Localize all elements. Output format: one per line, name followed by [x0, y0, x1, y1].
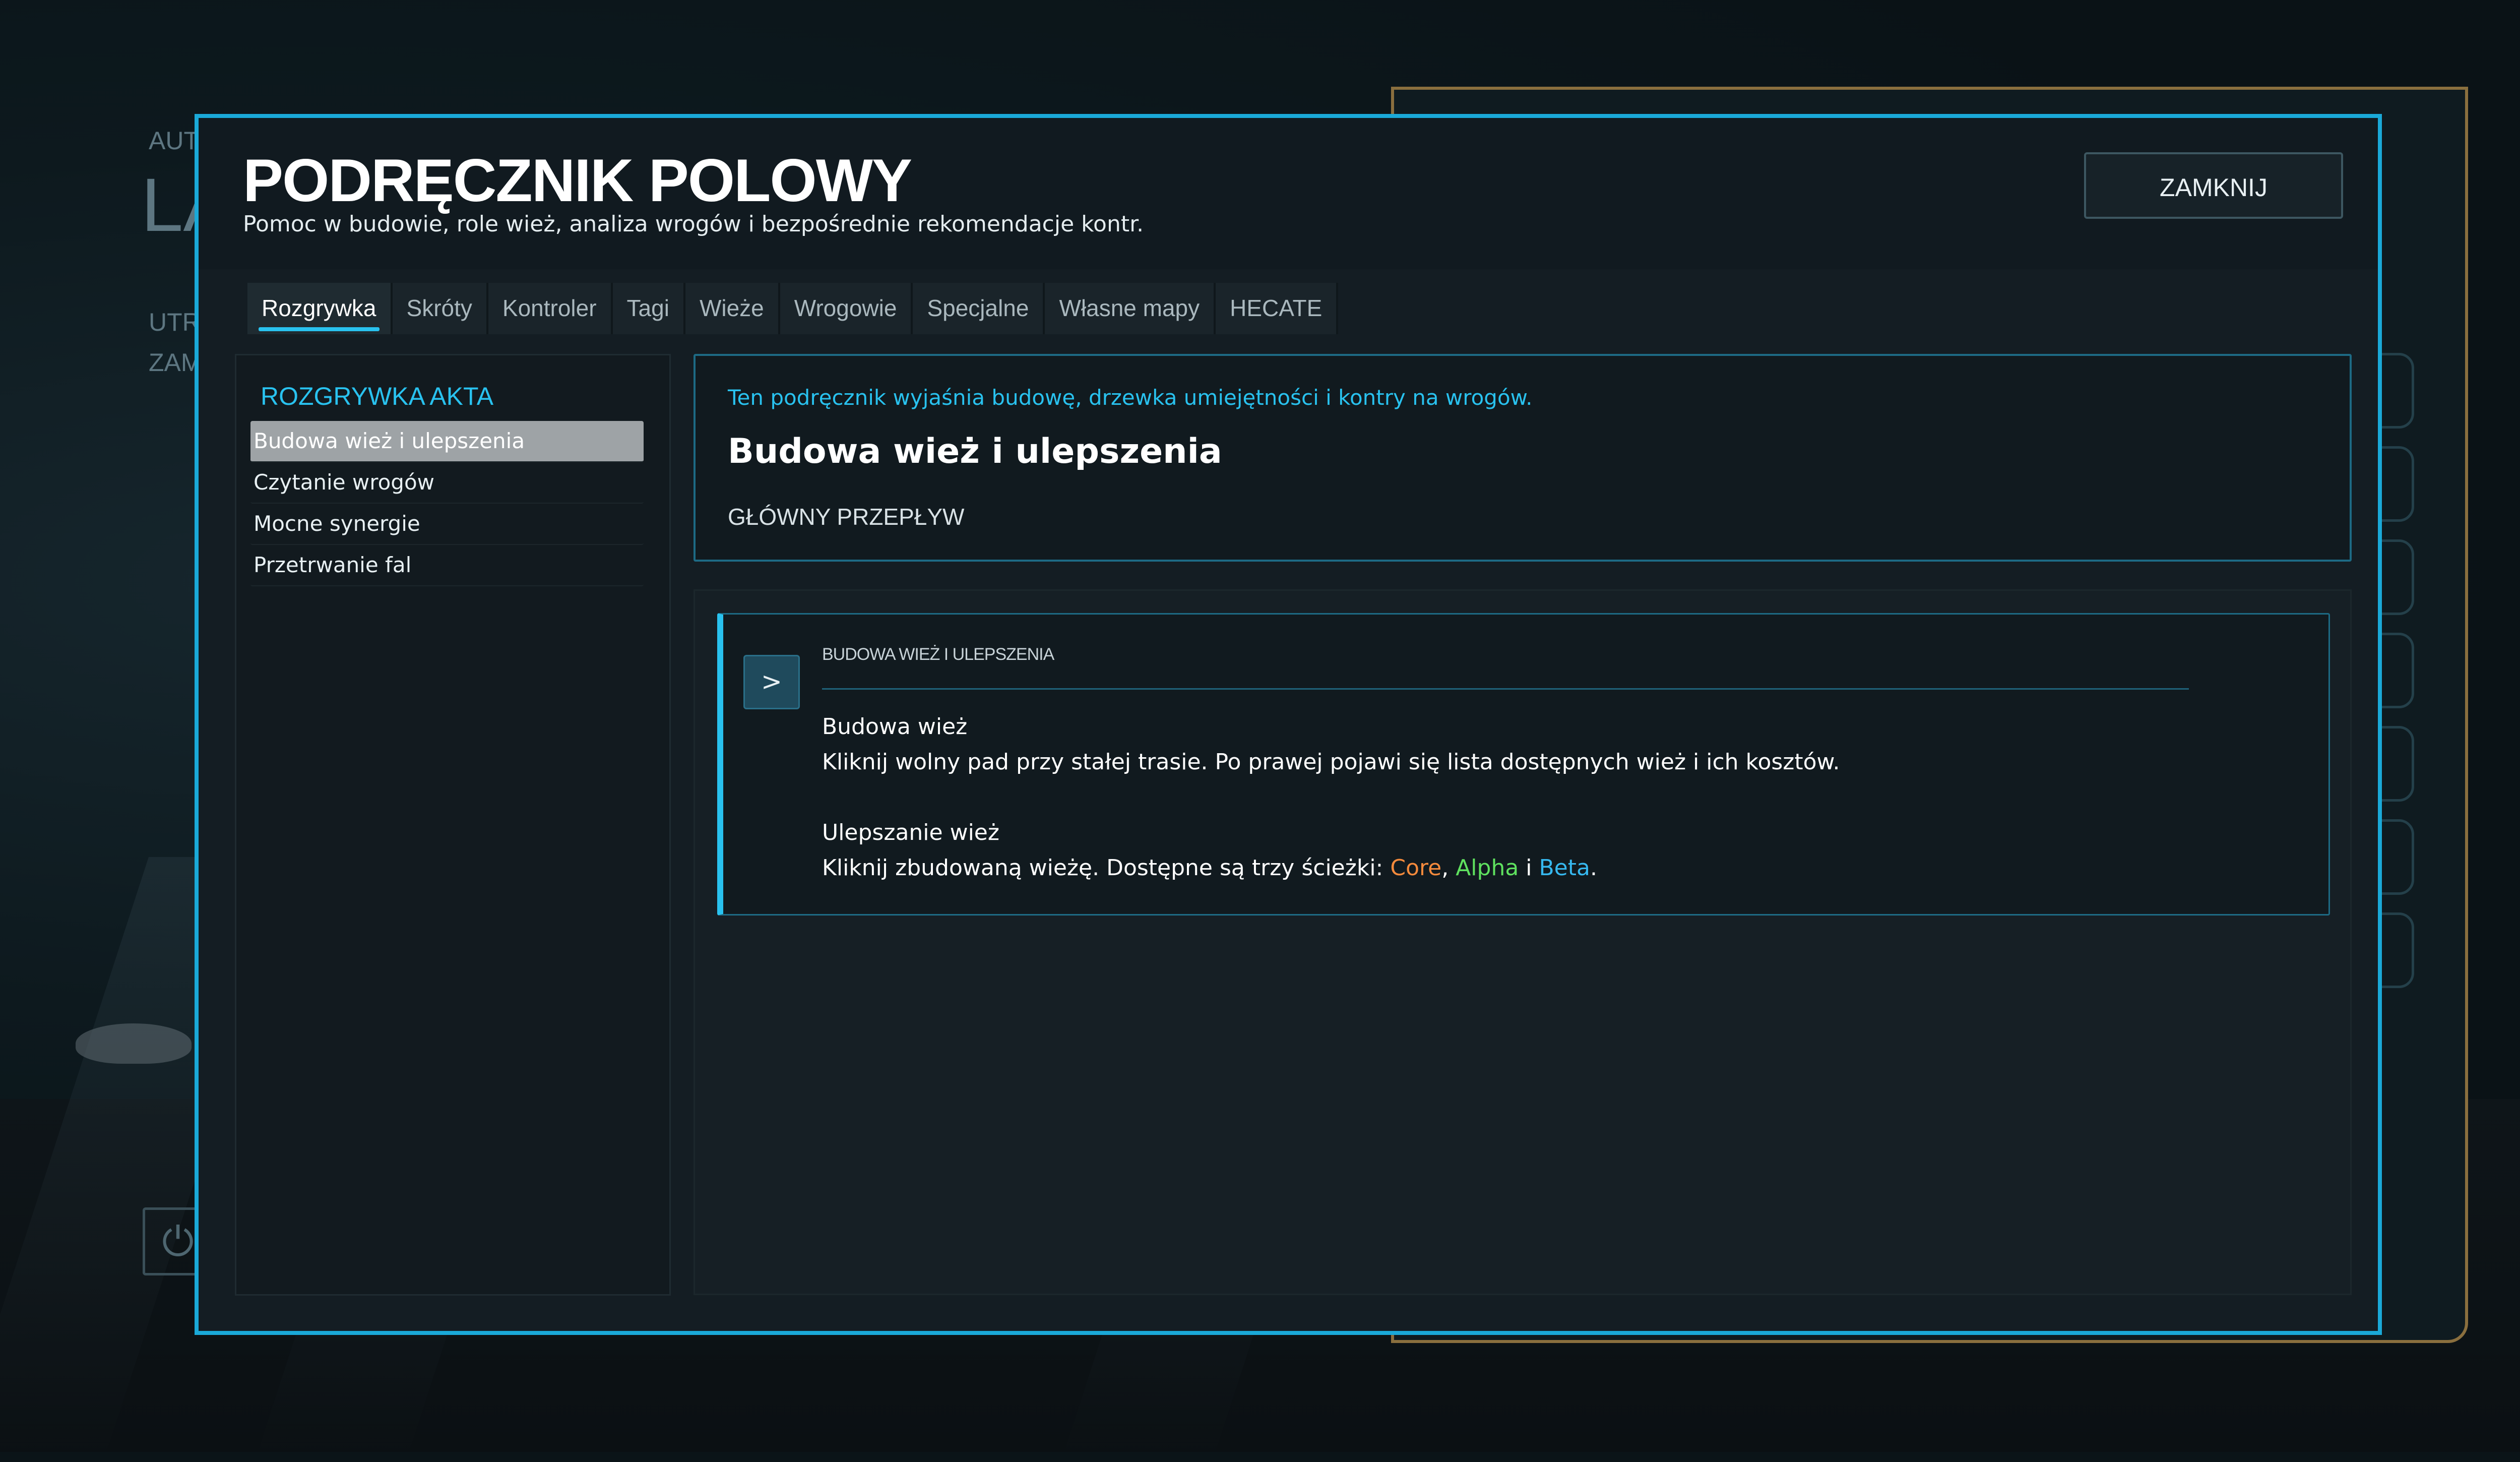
section-label: GŁÓWNY PRZEPŁYW: [728, 504, 965, 530]
sidebar-item-budowa[interactable]: Budowa wież i ulepszenia: [250, 421, 644, 462]
intro-hint: Ten podręcznik wyjaśnia budowę, drzewka …: [728, 385, 1533, 410]
tab-skroty[interactable]: Skróty: [392, 283, 488, 334]
entry-text: Kliknij zbudowaną wieżę. Dostępne są trz…: [822, 850, 2284, 886]
window-header: PODRĘCZNIK POLOWY Pomoc w budowie, role …: [199, 118, 2378, 269]
path-alpha: Alpha: [1456, 855, 1519, 881]
close-button[interactable]: ZAMKNIJ: [2084, 152, 2343, 219]
entry-divider: [822, 688, 2189, 690]
entry-heading: Budowa wież: [822, 714, 968, 740]
sentence-end: .: [1590, 855, 1597, 881]
tab-specjalne[interactable]: Specjalne: [913, 283, 1045, 334]
tab-bar: Rozgrywka Skróty Kontroler Tagi Wieże Wr…: [247, 283, 1339, 334]
topic-intro-card: Ten podręcznik wyjaśnia budowę, drzewka …: [694, 354, 2352, 562]
sidebar-item-synergie[interactable]: Mocne synergie: [250, 504, 644, 545]
tab-wieze[interactable]: Wieże: [685, 283, 780, 334]
sidebar-item-czytanie[interactable]: Czytanie wrogów: [250, 462, 644, 504]
tab-hecate[interactable]: HECATE: [1216, 283, 1339, 334]
content-area: > BUDOWA WIEŻ I ULEPSZENIA Budowa wież K…: [694, 589, 2352, 1295]
entry-text: Kliknij wolny pad przy stałej trasie. Po…: [822, 749, 1840, 775]
background-label: ZAM: [149, 348, 202, 377]
entry-card: > BUDOWA WIEŻ I ULEPSZENIA Budowa wież K…: [717, 613, 2330, 916]
topic-title: Budowa wież i ulepszenia: [728, 432, 1222, 471]
tab-wrogowie[interactable]: Wrogowie: [780, 283, 913, 334]
window-title: PODRĘCZNIK POLOWY: [243, 147, 912, 214]
tab-rozgrywka[interactable]: Rozgrywka: [247, 283, 393, 334]
tab-tagi[interactable]: Tagi: [612, 283, 685, 334]
topic-sidebar: ROZGRYWKA AKTA Budowa wież i ulepszenia …: [235, 354, 671, 1296]
tab-wlasne-mapy[interactable]: Własne mapy: [1045, 283, 1216, 334]
entry-body: Budowa wież Kliknij wolny pad przy stałe…: [822, 709, 2284, 886]
chevron-right-icon[interactable]: >: [743, 655, 800, 709]
topic-list: Budowa wież i ulepszenia Czytanie wrogów…: [250, 421, 644, 586]
field-manual-window: PODRĘCZNIK POLOWY Pomoc w budowie, role …: [195, 114, 2382, 1335]
sidebar-title: ROZGRYWKA AKTA: [261, 382, 494, 410]
sidebar-item-przetrwanie[interactable]: Przetrwanie fal: [250, 545, 644, 586]
entry-heading: Ulepszanie wież: [822, 820, 999, 845]
entry-label: BUDOWA WIEŻ I ULEPSZENIA: [822, 645, 1054, 664]
tab-kontroler[interactable]: Kontroler: [488, 283, 613, 334]
separator: ,: [1441, 855, 1456, 881]
separator: i: [1519, 855, 1539, 881]
window-subtitle: Pomoc w budowie, role wież, analiza wrog…: [243, 211, 1144, 237]
background-ship: [76, 1023, 192, 1064]
path-beta: Beta: [1539, 855, 1590, 881]
entry-text-prefix: Kliknij zbudowaną wieżę. Dostępne są trz…: [822, 855, 1391, 881]
background-label: UTR: [149, 308, 201, 336]
path-core: Core: [1390, 855, 1442, 881]
background-label: AUT: [149, 127, 199, 155]
entry-spacer: [822, 780, 2284, 815]
